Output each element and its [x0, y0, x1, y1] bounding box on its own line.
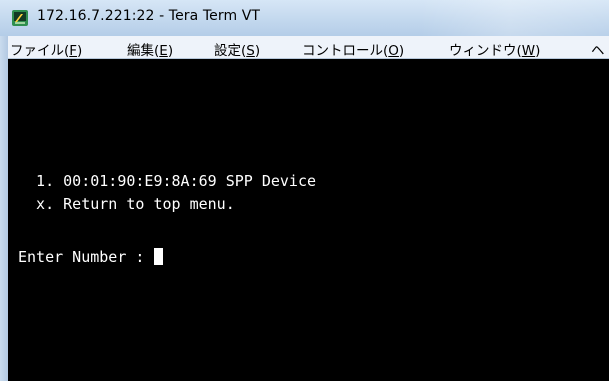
tera-term-icon[interactable]: [12, 10, 28, 26]
window-frame-left: [0, 36, 8, 381]
tera-term-window: 172.16.7.221:22 - Tera Term VT ファイル(F) 編…: [0, 0, 609, 381]
return-menu-option: x. Return to top menu.: [18, 195, 235, 213]
title-bar[interactable]: 172.16.7.221:22 - Tera Term VT: [0, 0, 609, 36]
input-prompt: Enter Number :: [18, 248, 164, 266]
text-cursor: [154, 248, 164, 265]
device-list-item: 1. 00:01:90:E9:8A:69 SPP Device: [18, 172, 317, 190]
window-title: 172.16.7.221:22 - Tera Term VT: [37, 8, 261, 24]
title-bar-glow: [420, 0, 609, 36]
menu-control[interactable]: コントロール(O): [302, 39, 404, 59]
prompt-label: Enter Number :: [18, 248, 154, 266]
menu-settings[interactable]: 設定(S): [214, 39, 260, 59]
menu-help[interactable]: ヘ: [591, 39, 605, 59]
menu-window[interactable]: ウィンドウ(W): [449, 39, 540, 59]
menu-file[interactable]: ファイル(F): [10, 39, 82, 59]
menu-bar: ファイル(F) 編集(E) 設定(S) コントロール(O) ウィンドウ(W) ヘ: [8, 36, 609, 59]
terminal-screen[interactable]: 1. 00:01:90:E9:8A:69 SPP Device x. Retur…: [8, 59, 609, 381]
menu-edit[interactable]: 編集(E): [127, 39, 173, 59]
